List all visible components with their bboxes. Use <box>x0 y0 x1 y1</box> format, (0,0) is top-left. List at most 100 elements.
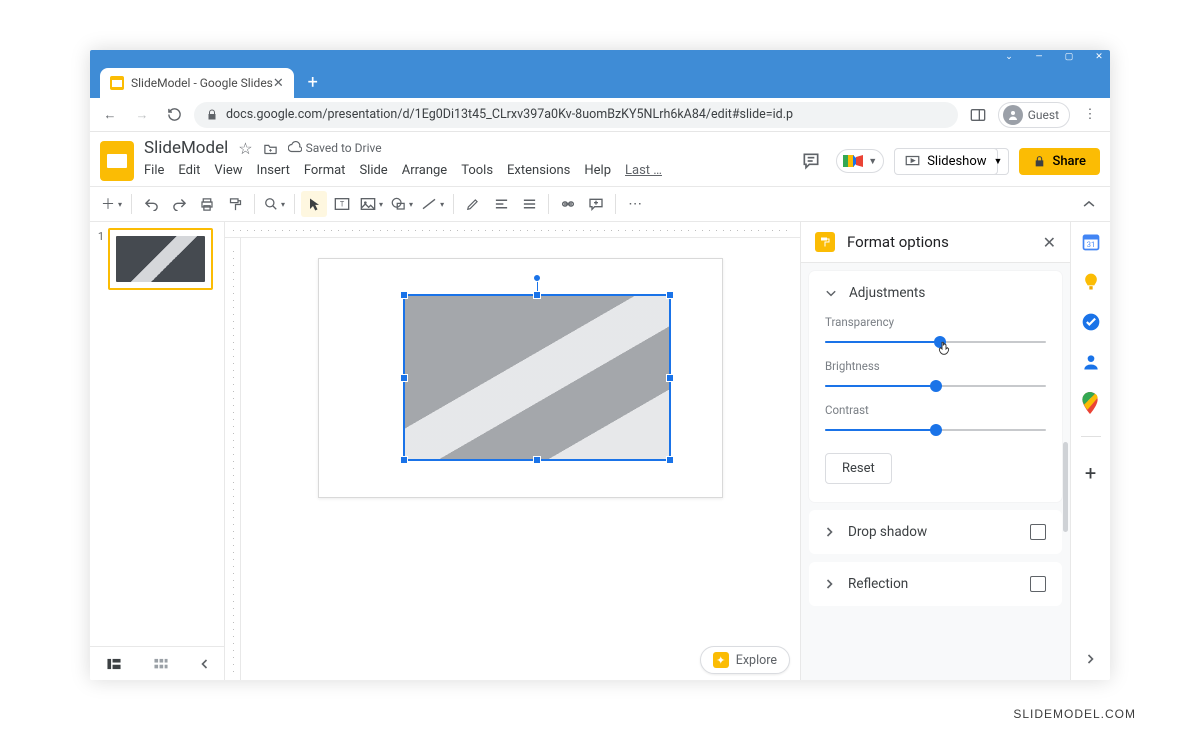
paint-format-button[interactable] <box>222 191 248 217</box>
calendar-icon[interactable]: 31 <box>1081 232 1101 252</box>
new-slide-button[interactable]: ＋▾ <box>98 191 125 217</box>
transparency-label: Transparency <box>825 315 1046 329</box>
slideshow-dropdown[interactable]: ▼ <box>988 148 1010 175</box>
browser-tab[interactable]: SlideModel - Google Slides ✕ <box>100 68 294 98</box>
contrast-slider[interactable] <box>825 423 1046 437</box>
drop-shadow-checkbox[interactable] <box>1030 524 1046 540</box>
collapse-toolbar-button[interactable] <box>1076 191 1102 217</box>
filmstrip-view-button[interactable] <box>106 657 122 671</box>
format-options-panel: Format options ✕ Adjustments Transparenc… <box>800 222 1070 680</box>
format-options-title: Format options <box>847 233 1031 251</box>
horizontal-ruler <box>225 222 800 238</box>
new-tab-button[interactable]: + <box>300 69 326 95</box>
url-field[interactable]: docs.google.com/presentation/d/1Eg0Di13t… <box>194 102 958 128</box>
chevron-down-icon <box>825 288 837 298</box>
forward-button[interactable]: → <box>130 103 154 127</box>
window-chevron-icon[interactable]: ⌄ <box>1004 52 1014 62</box>
collapse-filmstrip-button[interactable] <box>200 658 209 670</box>
menu-arrange[interactable]: Arrange <box>402 163 447 178</box>
addons-button[interactable]: + <box>1085 461 1096 485</box>
resize-handle-r[interactable] <box>666 374 674 382</box>
redo-button[interactable] <box>166 191 192 217</box>
slide-thumbnail[interactable]: 1 <box>94 228 220 290</box>
reset-button[interactable]: Reset <box>825 453 892 484</box>
menu-extensions[interactable]: Extensions <box>507 163 570 178</box>
align-button[interactable] <box>488 191 514 217</box>
menu-slide[interactable]: Slide <box>359 163 387 178</box>
grid-view-button[interactable] <box>153 657 169 671</box>
menu-view[interactable]: View <box>214 163 242 178</box>
browser-menu-button[interactable]: ⋮ <box>1078 103 1102 127</box>
move-icon[interactable] <box>263 142 278 155</box>
star-icon[interactable]: ☆ <box>238 139 252 158</box>
panel-toggle-icon[interactable] <box>966 103 990 127</box>
menu-format[interactable]: Format <box>304 163 346 178</box>
panel-scrollbar[interactable] <box>1063 442 1068 532</box>
contacts-icon[interactable] <box>1081 352 1101 372</box>
print-button[interactable] <box>194 191 220 217</box>
meet-icon <box>843 153 865 169</box>
slides-favicon-icon <box>110 76 124 90</box>
menu-help[interactable]: Help <box>584 163 611 178</box>
explore-button[interactable]: ✦ Explore <box>700 646 790 674</box>
resize-handle-b[interactable] <box>533 456 541 464</box>
textbox-button[interactable]: T <box>329 191 355 217</box>
browser-tabstrip: SlideModel - Google Slides ✕ + <box>90 64 1110 98</box>
slides-logo-icon[interactable] <box>100 141 134 181</box>
menu-edit[interactable]: Edit <box>178 163 200 178</box>
profile-pill[interactable]: Guest <box>998 102 1070 128</box>
image-button[interactable]: ▾ <box>357 191 386 217</box>
menu-file[interactable]: File <box>144 163 164 178</box>
back-button[interactable]: ← <box>98 103 122 127</box>
transparency-slider[interactable] <box>825 335 1046 349</box>
contrast-label: Contrast <box>825 403 1046 417</box>
share-button[interactable]: Share <box>1019 148 1100 175</box>
link-button[interactable] <box>555 191 581 217</box>
adjustments-header[interactable]: Adjustments <box>825 285 1046 301</box>
show-side-panel-button[interactable] <box>1078 646 1104 672</box>
reflection-checkbox[interactable] <box>1030 576 1046 592</box>
keep-icon[interactable] <box>1081 272 1101 292</box>
window-close-icon[interactable]: ✕ <box>1094 52 1104 62</box>
resize-handle-br[interactable] <box>666 456 674 464</box>
slide[interactable] <box>318 258 723 498</box>
resize-handle-bl[interactable] <box>400 456 408 464</box>
canvas[interactable]: ✦ Explore <box>241 238 800 680</box>
menu-tools[interactable]: Tools <box>461 163 493 178</box>
drop-shadow-section[interactable]: Drop shadow <box>809 510 1062 554</box>
tasks-icon[interactable] <box>1081 312 1101 332</box>
save-status[interactable]: Saved to Drive <box>288 141 382 155</box>
resize-handle-tl[interactable] <box>400 291 408 299</box>
reflection-section[interactable]: Reflection <box>809 562 1062 606</box>
rotate-handle[interactable] <box>533 274 541 282</box>
undo-button[interactable] <box>138 191 164 217</box>
line-spacing-button[interactable] <box>516 191 542 217</box>
shape-button[interactable]: ▾ <box>388 191 416 217</box>
more-button[interactable]: ⋯ <box>622 191 648 217</box>
menu-insert[interactable]: Insert <box>257 163 290 178</box>
close-panel-button[interactable]: ✕ <box>1043 233 1056 252</box>
resize-handle-l[interactable] <box>400 374 408 382</box>
window-minimize-icon[interactable]: — <box>1034 52 1044 62</box>
selected-image[interactable] <box>403 294 671 461</box>
menubar: File Edit View Insert Format Slide Arran… <box>144 161 786 184</box>
resize-handle-tr[interactable] <box>666 291 674 299</box>
tab-close-icon[interactable]: ✕ <box>273 76 284 91</box>
zoom-button[interactable]: ▾ <box>261 191 288 217</box>
add-comment-button[interactable] <box>583 191 609 217</box>
maps-icon[interactable] <box>1081 392 1101 412</box>
resize-handle-t[interactable] <box>533 291 541 299</box>
doc-title[interactable]: SlideModel <box>144 138 228 158</box>
thumbnail-image <box>116 236 205 282</box>
menu-last-edit[interactable]: Last … <box>625 163 662 178</box>
brightness-slider[interactable] <box>825 379 1046 393</box>
comments-button[interactable] <box>796 146 826 176</box>
slideshow-button[interactable]: Slideshow <box>894 148 997 175</box>
pen-button[interactable] <box>460 191 486 217</box>
window-maximize-icon[interactable]: ▢ <box>1064 52 1074 62</box>
select-tool-button[interactable] <box>301 191 327 217</box>
meet-button[interactable]: ▼ <box>836 149 884 173</box>
reload-button[interactable] <box>162 103 186 127</box>
line-button[interactable]: ▾ <box>418 191 447 217</box>
filmstrip: 1 <box>90 222 225 680</box>
